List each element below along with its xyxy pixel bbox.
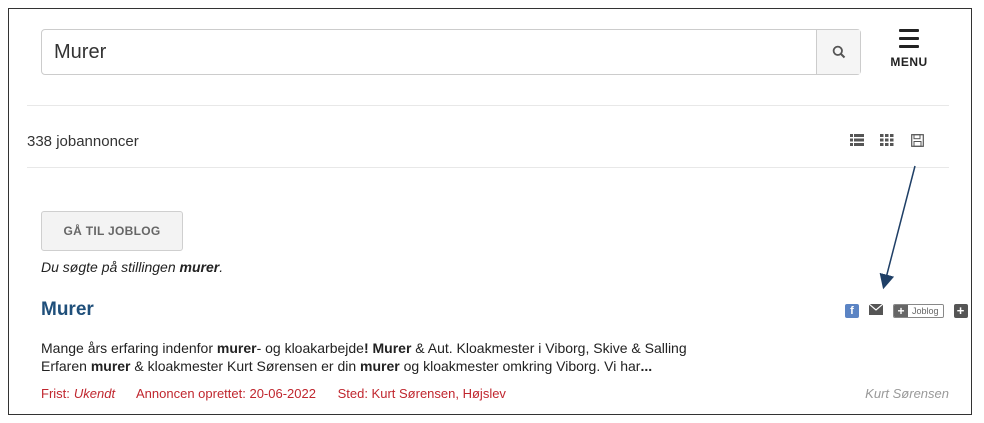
email-icon[interactable]	[868, 302, 884, 320]
search-icon	[832, 45, 845, 59]
facebook-icon[interactable]: f	[845, 304, 859, 318]
job-meta: Frist: Ukendt Annoncen oprettet: 20-06-20…	[41, 386, 524, 401]
job-description: Mange års erfaring indenfor murer- og kl…	[41, 340, 687, 374]
divider	[27, 105, 949, 106]
expand-plus-icon[interactable]: +	[953, 304, 968, 318]
plus-icon: +	[894, 305, 908, 317]
results-count: 338 jobannoncer	[27, 133, 139, 150]
menu-label: MENU	[890, 55, 928, 69]
add-to-joblog-button[interactable]: + Joblog	[893, 304, 944, 318]
company-name: Kurt Sørensen	[865, 386, 949, 401]
divider	[27, 167, 949, 168]
job-actions: f + Joblog +	[845, 302, 968, 320]
hamburger-icon	[899, 29, 919, 53]
grid-view-icon[interactable]	[880, 133, 894, 147]
search-note: Du søgte på stillingen murer.	[41, 259, 224, 275]
list-view-icon[interactable]	[850, 133, 864, 147]
search-term: murer	[179, 259, 220, 275]
menu-button[interactable]: MENU	[885, 23, 933, 83]
location: Sted: Kurt Sørensen, Højslev	[337, 386, 506, 401]
search-bar	[41, 29, 861, 75]
deadline: Frist: Ukendt	[41, 386, 116, 401]
view-toggles	[850, 133, 924, 147]
search-input[interactable]	[42, 30, 816, 74]
created-date: Annoncen oprettet: 20-06-2022	[136, 386, 316, 401]
save-icon[interactable]	[910, 133, 924, 147]
page-frame: MENU 338 jobannoncer GÅ TIL JOBLOG Du sø…	[8, 8, 972, 415]
search-button[interactable]	[816, 30, 860, 74]
job-title-link[interactable]: Murer	[41, 299, 94, 321]
go-to-joblog-button[interactable]: GÅ TIL JOBLOG	[41, 211, 183, 251]
